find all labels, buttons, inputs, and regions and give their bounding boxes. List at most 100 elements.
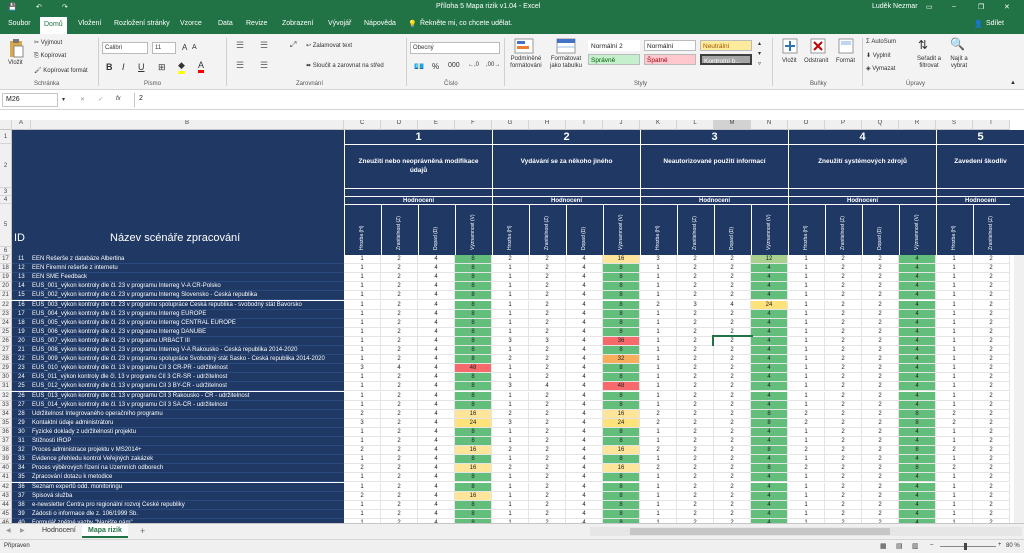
rating-cell[interactable]: 1 bbox=[640, 437, 677, 446]
rating-cell[interactable]: 1 bbox=[344, 291, 381, 300]
column-header[interactable]: L bbox=[677, 120, 714, 130]
vertical-scrollbar[interactable] bbox=[1014, 255, 1024, 523]
insert-cells-button[interactable]: Vložit bbox=[782, 58, 797, 64]
rating-cell[interactable]: 1 bbox=[344, 483, 381, 492]
rating-cell[interactable]: 2 bbox=[973, 337, 1010, 346]
rating-cell[interactable]: 2 bbox=[381, 483, 418, 492]
rating-cell[interactable]: 3 bbox=[492, 337, 529, 346]
user-name[interactable]: Luděk Nezmar bbox=[872, 3, 918, 10]
rating-cell[interactable]: 2 bbox=[640, 301, 677, 310]
rating-cell[interactable]: 2 bbox=[862, 364, 899, 373]
rating-cell[interactable]: 2 bbox=[344, 492, 381, 501]
rating-cell[interactable]: 1 bbox=[344, 437, 381, 446]
significance-cell[interactable]: 8 bbox=[455, 291, 492, 300]
horizontal-scrollbar[interactable] bbox=[590, 527, 1022, 536]
rating-cell[interactable]: 1 bbox=[640, 282, 677, 291]
rating-cell[interactable]: 2 bbox=[344, 464, 381, 473]
significance-cell[interactable]: 8 bbox=[603, 273, 640, 282]
rating-cell[interactable]: 1 bbox=[640, 382, 677, 391]
tab-zobrazeni[interactable]: Zobrazení bbox=[282, 20, 314, 27]
rating-cell[interactable]: 4 bbox=[566, 310, 603, 319]
significance-cell[interactable]: 4 bbox=[899, 291, 936, 300]
rating-cell[interactable]: 2 bbox=[677, 364, 714, 373]
rating-cell[interactable]: 2 bbox=[529, 319, 566, 328]
rating-cell[interactable]: 2 bbox=[529, 401, 566, 410]
rating-cell[interactable]: 2 bbox=[381, 282, 418, 291]
rating-cell[interactable]: 4 bbox=[418, 328, 455, 337]
rating-cell[interactable]: 1 bbox=[936, 319, 973, 328]
rating-cell[interactable]: 2 bbox=[825, 364, 862, 373]
rating-cell[interactable]: 2 bbox=[381, 392, 418, 401]
rating-cell[interactable]: 2 bbox=[973, 446, 1010, 455]
significance-cell[interactable]: 8 bbox=[455, 355, 492, 364]
rating-cell[interactable]: 1 bbox=[640, 455, 677, 464]
rating-cell[interactable]: 2 bbox=[825, 346, 862, 355]
rating-cell[interactable]: 1 bbox=[936, 346, 973, 355]
rating-cell[interactable]: 2 bbox=[381, 337, 418, 346]
row-header[interactable]: 36 bbox=[0, 428, 12, 437]
significance-cell[interactable]: 8 bbox=[899, 464, 936, 473]
rating-cell[interactable]: 1 bbox=[492, 392, 529, 401]
rating-cell[interactable]: 1 bbox=[344, 319, 381, 328]
rating-cell[interactable]: 2 bbox=[973, 301, 1010, 310]
rating-cell[interactable]: 1 bbox=[788, 301, 825, 310]
rating-cell[interactable]: 1 bbox=[936, 355, 973, 364]
rating-cell[interactable]: 2 bbox=[862, 510, 899, 519]
rating-cell[interactable]: 2 bbox=[529, 501, 566, 510]
rating-cell[interactable]: 4 bbox=[418, 446, 455, 455]
rating-cell[interactable]: 2 bbox=[862, 464, 899, 473]
tab-rozlozeni[interactable]: Rozložení stránky bbox=[114, 20, 170, 27]
rating-cell[interactable]: 2 bbox=[714, 492, 751, 501]
significance-cell[interactable]: 48 bbox=[455, 364, 492, 373]
significance-cell[interactable]: 8 bbox=[455, 373, 492, 382]
significance-cell[interactable]: 4 bbox=[899, 264, 936, 273]
rating-cell[interactable]: 4 bbox=[566, 355, 603, 364]
clear-button[interactable]: ◈ Vymazat bbox=[866, 65, 895, 72]
minimize-icon[interactable]: – bbox=[952, 3, 956, 10]
rating-cell[interactable]: 4 bbox=[566, 473, 603, 482]
row-header[interactable]: 19 bbox=[0, 273, 12, 282]
rating-cell[interactable]: 2 bbox=[936, 419, 973, 428]
rating-cell[interactable]: 1 bbox=[788, 437, 825, 446]
rating-cell[interactable]: 2 bbox=[862, 291, 899, 300]
significance-cell[interactable]: 4 bbox=[899, 346, 936, 355]
rating-cell[interactable]: 2 bbox=[677, 446, 714, 455]
rating-cell[interactable]: 2 bbox=[381, 492, 418, 501]
column-header[interactable]: O bbox=[788, 120, 825, 130]
significance-cell[interactable]: 8 bbox=[455, 473, 492, 482]
rating-cell[interactable]: 4 bbox=[566, 319, 603, 328]
rating-cell[interactable]: 2 bbox=[788, 446, 825, 455]
rating-cell[interactable]: 1 bbox=[788, 328, 825, 337]
row-header[interactable]: 28 bbox=[0, 355, 12, 364]
rating-cell[interactable]: 1 bbox=[936, 392, 973, 401]
style-bad[interactable]: Špatně bbox=[644, 54, 696, 65]
cancel-icon[interactable]: ✕ bbox=[80, 96, 85, 103]
rating-cell[interactable]: 3 bbox=[492, 382, 529, 391]
rating-cell[interactable]: 4 bbox=[418, 410, 455, 419]
styles-scroll-up-icon[interactable]: ▴ bbox=[758, 40, 761, 47]
tab-vyvojar[interactable]: Vývojář bbox=[328, 20, 351, 27]
significance-cell[interactable]: 8 bbox=[603, 483, 640, 492]
significance-cell[interactable]: 16 bbox=[603, 446, 640, 455]
rating-cell[interactable]: 2 bbox=[936, 446, 973, 455]
rating-cell[interactable]: 2 bbox=[714, 273, 751, 282]
rating-cell[interactable]: 2 bbox=[529, 410, 566, 419]
significance-cell[interactable]: 8 bbox=[751, 410, 788, 419]
rating-cell[interactable]: 1 bbox=[640, 273, 677, 282]
rating-cell[interactable]: 1 bbox=[640, 401, 677, 410]
significance-cell[interactable]: 4 bbox=[751, 473, 788, 482]
significance-cell[interactable]: 4 bbox=[899, 473, 936, 482]
align-top-icon[interactable]: ☰ bbox=[236, 40, 244, 51]
rating-cell[interactable]: 2 bbox=[714, 401, 751, 410]
decrease-decimal-icon[interactable]: ,00→ bbox=[486, 62, 500, 68]
significance-cell[interactable]: 4 bbox=[899, 337, 936, 346]
rating-cell[interactable]: 4 bbox=[566, 373, 603, 382]
rating-cell[interactable]: 1 bbox=[640, 483, 677, 492]
rating-cell[interactable]: 4 bbox=[566, 455, 603, 464]
row-header[interactable]: 37 bbox=[0, 437, 12, 446]
rating-cell[interactable]: 1 bbox=[344, 392, 381, 401]
significance-cell[interactable]: 8 bbox=[455, 501, 492, 510]
row-header[interactable]: 42 bbox=[0, 483, 12, 492]
significance-cell[interactable]: 8 bbox=[603, 455, 640, 464]
rating-cell[interactable]: 1 bbox=[492, 310, 529, 319]
